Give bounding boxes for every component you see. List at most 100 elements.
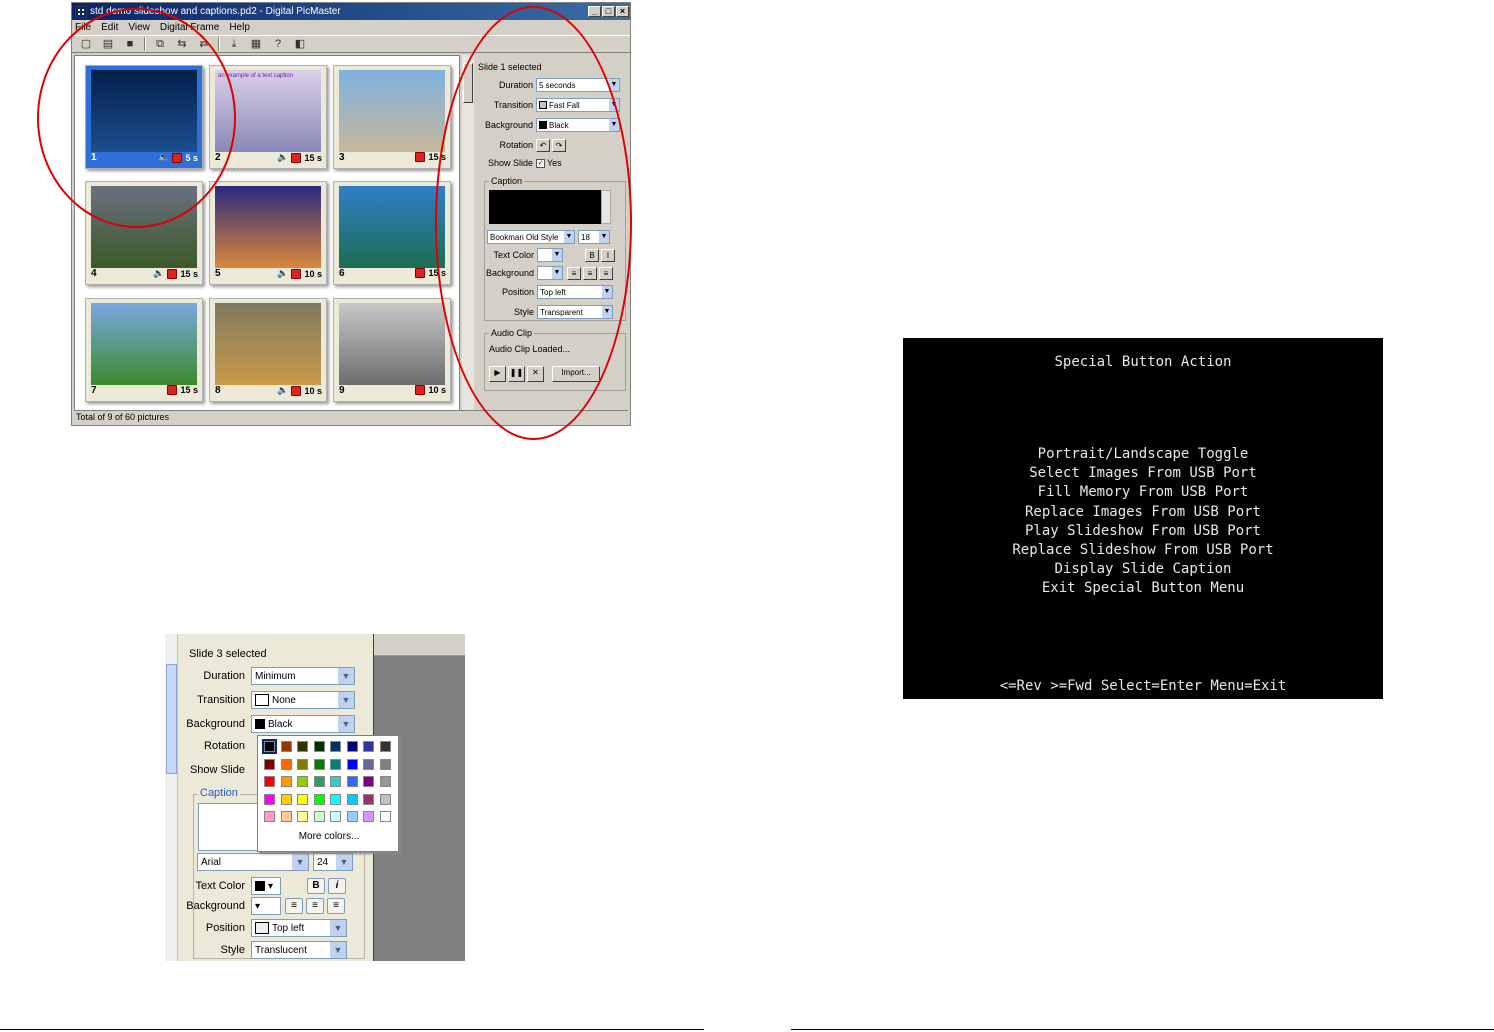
palette-color-cell[interactable] [262, 739, 277, 754]
play-icon[interactable]: ▶ [489, 366, 506, 382]
zoom-duration-select[interactable]: Minimum ▼ [251, 667, 355, 685]
zoom-style-select[interactable]: Translucent ▼ [251, 941, 347, 959]
palette-color-cell[interactable] [313, 741, 325, 752]
menu-digital-frame[interactable]: Digital Frame [160, 22, 219, 33]
menu-item[interactable]: Display Slide Caption [903, 561, 1383, 577]
zoom-size-select[interactable]: 24 ▼ [313, 853, 353, 871]
rotate-left-icon[interactable]: ↶ [536, 138, 550, 152]
zoom-background-select[interactable]: Black ▼ [251, 715, 355, 733]
italic-icon[interactable]: I [601, 248, 615, 262]
palette-color-cell[interactable] [313, 776, 325, 787]
scrollbar-thumb[interactable] [463, 63, 473, 103]
more-colors-button[interactable]: More colors... [258, 831, 400, 842]
palette-color-cell[interactable] [379, 758, 391, 770]
palette-color-cell[interactable] [363, 758, 374, 770]
menu-item[interactable]: Replace Images From USB Port [903, 504, 1383, 520]
zoom-transition-select[interactable]: None ▼ [251, 691, 355, 709]
duration-select[interactable]: 5 seconds ▼ [536, 78, 620, 92]
palette-color-cell[interactable] [280, 741, 292, 752]
menu-item[interactable]: Select Images From USB Port [903, 465, 1383, 481]
italic-icon[interactable]: i [328, 878, 346, 894]
palette-color-cell[interactable] [363, 741, 374, 752]
new-icon[interactable]: ▢ [78, 37, 94, 51]
menu-help[interactable]: Help [229, 22, 250, 33]
align-left-icon[interactable]: ≡ [567, 266, 581, 280]
palette-color-cell[interactable] [346, 776, 358, 787]
slide-thumbnail[interactable]: 7 15 s [85, 298, 203, 402]
maximize-button[interactable]: □ [602, 6, 615, 17]
palette-color-cell[interactable] [379, 776, 391, 787]
add-picture-icon[interactable]: ⧉ [152, 37, 168, 51]
zoom-font-select[interactable]: Arial ▼ [197, 853, 309, 871]
align-left-icon[interactable]: ≡ [285, 898, 303, 914]
transition-select[interactable]: Fast Fall ▼ [536, 98, 620, 112]
palette-color-cell[interactable] [264, 758, 275, 770]
palette-color-cell[interactable] [280, 758, 292, 770]
palette-color-cell[interactable] [330, 793, 341, 805]
caption-scrollbar[interactable] [601, 190, 611, 224]
menu-item[interactable]: Exit Special Button Menu [903, 580, 1383, 596]
align-right-icon[interactable]: ≡ [327, 898, 345, 914]
palette-color-cell[interactable] [297, 811, 308, 822]
palette-color-cell[interactable] [379, 793, 391, 805]
palette-color-cell[interactable] [280, 811, 292, 822]
download-icon[interactable]: ⤓ [226, 37, 242, 51]
slide-thumbnail[interactable]: 5 🔈 10 s [209, 181, 327, 285]
palette-color-cell[interactable] [330, 758, 341, 770]
palette-color-cell[interactable] [313, 811, 325, 822]
palette-color-cell[interactable] [379, 741, 391, 752]
palette-color-cell[interactable] [363, 811, 374, 822]
scrollbar-thumb[interactable] [166, 664, 177, 774]
minimize-button[interactable]: _ [588, 6, 601, 17]
slide-thumbnail[interactable]: 8 🔈 10 s [209, 298, 327, 402]
palette-color-cell[interactable] [363, 776, 374, 787]
slide-thumbnail[interactable]: 3 15 s [333, 65, 451, 169]
align-center-icon[interactable]: ≡ [583, 266, 597, 280]
slide-thumbnail[interactable]: 9 10 s [333, 298, 451, 402]
palette-color-cell[interactable] [346, 793, 358, 805]
slide-thumbnail[interactable]: 4 🔈 15 s [85, 181, 203, 285]
palette-color-cell[interactable] [264, 811, 275, 822]
palette-color-cell[interactable] [330, 811, 341, 822]
menu-item[interactable]: Play Slideshow From USB Port [903, 523, 1383, 539]
palette-color-cell[interactable] [264, 793, 275, 805]
pause-icon[interactable]: ❚❚ [508, 366, 525, 382]
frame-icon[interactable]: ▦ [248, 37, 264, 51]
text-color-select[interactable]: ▼ [537, 248, 563, 262]
close-button[interactable]: × [616, 6, 629, 17]
caption-text-area[interactable] [489, 190, 601, 224]
palette-color-cell[interactable] [264, 776, 275, 787]
position-select[interactable]: Top left ▼ [537, 285, 613, 299]
export-icon[interactable]: ⇄ [196, 37, 212, 51]
style-select[interactable]: Transparent ▼ [537, 305, 613, 319]
slide-thumbnail[interactable]: 6 15 s [333, 181, 451, 285]
slide-thumbnail[interactable]: 1 🔈 5 s [85, 65, 203, 169]
zoom-caption-background-select[interactable]: ▾ [251, 897, 281, 915]
palette-color-cell[interactable] [297, 741, 308, 752]
align-right-icon[interactable]: ≡ [599, 266, 613, 280]
palette-color-cell[interactable] [379, 811, 391, 822]
help-icon[interactable]: ? [270, 37, 286, 51]
palette-color-cell[interactable] [346, 758, 358, 770]
font-select[interactable]: Bookman Old Style ▼ [487, 230, 575, 244]
import-audio-button[interactable]: Import... [552, 366, 600, 382]
slide-thumbnail[interactable]: an example of a text caption 2 🔈 15 s [209, 65, 327, 169]
palette-color-cell[interactable] [363, 793, 374, 805]
open-icon[interactable]: ▤ [100, 37, 116, 51]
align-center-icon[interactable]: ≡ [306, 898, 324, 914]
palette-color-cell[interactable] [330, 741, 341, 752]
zoom-position-select[interactable]: Top left ▼ [251, 919, 347, 937]
palette-color-cell[interactable] [313, 758, 325, 770]
import-icon[interactable]: ⇆ [174, 37, 190, 51]
zoom-text-color-select[interactable]: ▾ [251, 877, 281, 895]
show-slide-checkbox[interactable]: ✓ [536, 158, 545, 168]
thumbnail-scrollbar[interactable] [462, 55, 474, 411]
zoom-scrollbar[interactable] [165, 634, 178, 961]
save-icon[interactable]: ■ [122, 37, 138, 51]
font-size-select[interactable]: 18 ▼ [578, 230, 610, 244]
palette-color-cell[interactable] [297, 758, 308, 770]
delete-icon[interactable]: ✕ [527, 366, 544, 382]
rotate-right-icon[interactable]: ↷ [552, 138, 566, 152]
palette-color-cell[interactable] [297, 793, 308, 805]
menu-item[interactable]: Portrait/Landscape Toggle [903, 446, 1383, 462]
